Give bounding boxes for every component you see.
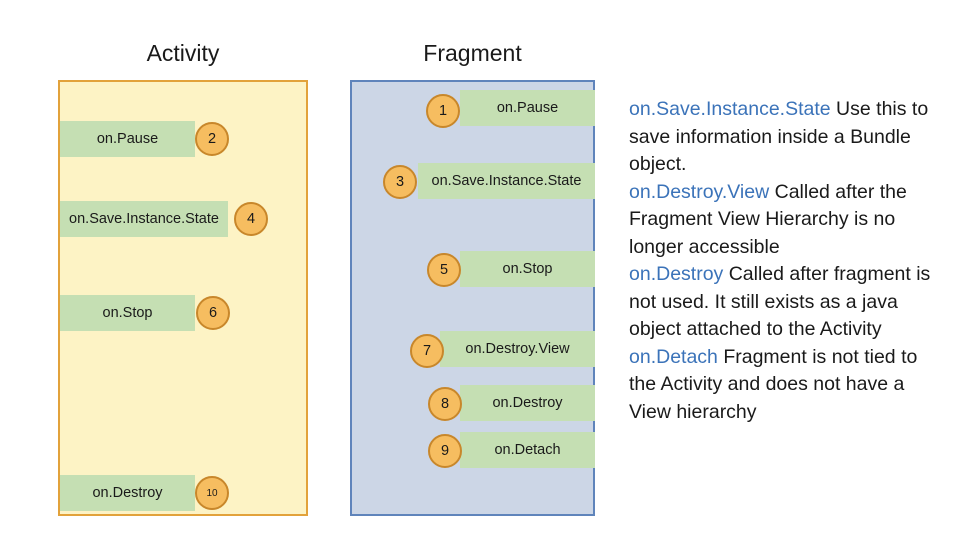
step-number-6: 6 — [196, 296, 230, 330]
fragment-step-on-destroy-view: on.Destroy.View — [440, 331, 595, 367]
activity-column-title: Activity — [146, 40, 220, 66]
activity-step-on-save-instance-state: on.Save.Instance.State — [60, 201, 228, 237]
description-keyword: on.Detach — [629, 345, 718, 368]
step-number-2: 2 — [195, 122, 229, 156]
description-entry: on.Detach Fragment is not tied to the Ac… — [629, 344, 939, 427]
description-block: on.Save.Instance.State Use this to save … — [629, 96, 939, 426]
step-number-1: 1 — [426, 94, 460, 128]
step-number-9: 9 — [428, 434, 462, 468]
step-number-10: 10 — [195, 476, 229, 510]
step-number-8: 8 — [428, 387, 462, 421]
description-entry: on.Save.Instance.State Use this to save … — [629, 96, 939, 179]
description-entry: on.Destroy Called after fragment is not … — [629, 261, 939, 344]
description-keyword: on.Destroy.View — [629, 180, 770, 203]
activity-step-on-stop: on.Stop — [60, 295, 195, 331]
fragment-column-title: Fragment — [423, 40, 522, 66]
diagram-canvas: Activity Fragment on.Pause 2 on.Save.Ins… — [0, 0, 960, 540]
fragment-step-on-pause: on.Pause — [460, 90, 595, 126]
step-number-5: 5 — [427, 253, 461, 287]
fragment-step-on-destroy: on.Destroy — [460, 385, 595, 421]
step-number-3: 3 — [383, 165, 417, 199]
activity-step-on-pause: on.Pause — [60, 121, 195, 157]
description-keyword: on.Save.Instance.State — [629, 98, 831, 120]
description-entry: on.Destroy.View Called after the Fragmen… — [629, 179, 939, 262]
step-number-7: 7 — [410, 334, 444, 368]
activity-step-on-destroy: on.Destroy — [60, 475, 195, 511]
fragment-step-on-save-instance-state: on.Save.Instance.State — [418, 163, 595, 199]
fragment-step-on-detach: on.Detach — [460, 432, 595, 468]
step-number-4: 4 — [234, 202, 268, 236]
description-keyword: on.Destroy — [629, 263, 724, 285]
fragment-step-on-stop: on.Stop — [460, 251, 595, 287]
